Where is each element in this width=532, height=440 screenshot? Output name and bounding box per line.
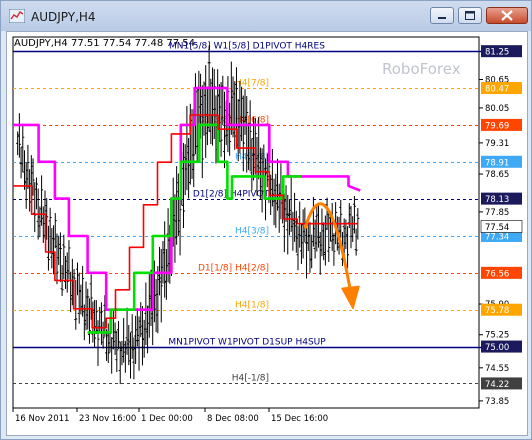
- price-tag-label: 76.56: [485, 269, 509, 279]
- level-lines: MN1[5/8] W1[5/8] D1PIVOT H4RESH4[7/8]D1[…: [12, 36, 481, 409]
- chart-area[interactable]: AUDJPY,H4 77.51 77.54 77.48 77.54 RoboFo…: [6, 31, 528, 436]
- close-icon: [501, 10, 513, 21]
- title-bar[interactable]: AUDJPY,H4: [1, 1, 531, 31]
- indicator-lines: [13, 86, 361, 334]
- current-price-label: 77.54: [485, 223, 509, 233]
- level-label: H4[3/8]: [235, 227, 269, 237]
- y-tick-label: 79.31: [485, 139, 509, 149]
- y-tick-label: 78.65: [485, 170, 509, 180]
- price-tag-label: 75.78: [485, 306, 509, 316]
- minimize-button[interactable]: [430, 7, 454, 24]
- plot-frame: [12, 36, 480, 409]
- y-tick-label: 80.05: [485, 104, 509, 114]
- price-tag-label: 77.34: [485, 232, 509, 242]
- price-axis: 80.6580.0579.3178.6577.8575.9075.2574.55…: [479, 45, 523, 407]
- price-tag-label: 78.13: [485, 195, 509, 205]
- maximize-button[interactable]: [458, 7, 482, 24]
- level-label: H4[1/8]: [235, 301, 269, 311]
- price-chart[interactable]: AUDJPY,H4 77.51 77.54 77.48 77.54 RoboFo…: [7, 32, 527, 435]
- x-tick-label: 15 Dec 16:00: [271, 414, 328, 424]
- chart-window: AUDJPY,H4 AUDJPY,H4 77.51 77.54 77.48 77…: [0, 0, 532, 440]
- chart-icon: [9, 9, 25, 23]
- x-tick-label: 1 Dec 00:00: [141, 414, 193, 424]
- price-tag-label: 78.91: [485, 158, 509, 168]
- maximize-icon: [465, 11, 475, 20]
- price-tag-label: 80.47: [485, 85, 509, 95]
- y-tick-label: 74.55: [485, 364, 509, 374]
- price-tag-label: 81.25: [485, 48, 509, 58]
- level-label: MN1[5/8] W1[5/8] D1PIVOT H4RES: [169, 42, 325, 52]
- price-tag-label: 74.22: [485, 380, 509, 390]
- x-tick-label: 16 Nov 2011: [15, 414, 69, 424]
- level-label: D1[1/8] H4[2/8]: [198, 264, 269, 274]
- y-tick-label: 75.25: [485, 331, 509, 341]
- x-tick-label: 8 Dec 08:00: [207, 414, 259, 424]
- arrow-head: [341, 285, 360, 310]
- y-tick-label: 73.85: [485, 397, 509, 407]
- level-label: MN1PIVOT W1PIVOT D1SUP H4SUP: [168, 338, 326, 348]
- window-title: AUDJPY,H4: [31, 10, 96, 24]
- minimize-icon: [438, 17, 446, 19]
- level-label: H4[-1/8]: [232, 374, 269, 384]
- y-tick-label: 77.85: [485, 208, 509, 218]
- price-tag-label: 75.00: [485, 343, 509, 353]
- close-button[interactable]: [486, 7, 528, 24]
- symbol-info: AUDJPY,H4 77.51 77.54 77.48 77.54: [14, 38, 195, 49]
- watermark: RoboForex: [382, 60, 461, 78]
- time-axis: 16 Nov 2011 23 Nov 16:00 1 Dec 00:00 8 Dec …: [12, 408, 328, 424]
- price-tag-label: 79.69: [485, 121, 509, 131]
- x-tick-label: 23 Nov 16:00: [79, 414, 136, 424]
